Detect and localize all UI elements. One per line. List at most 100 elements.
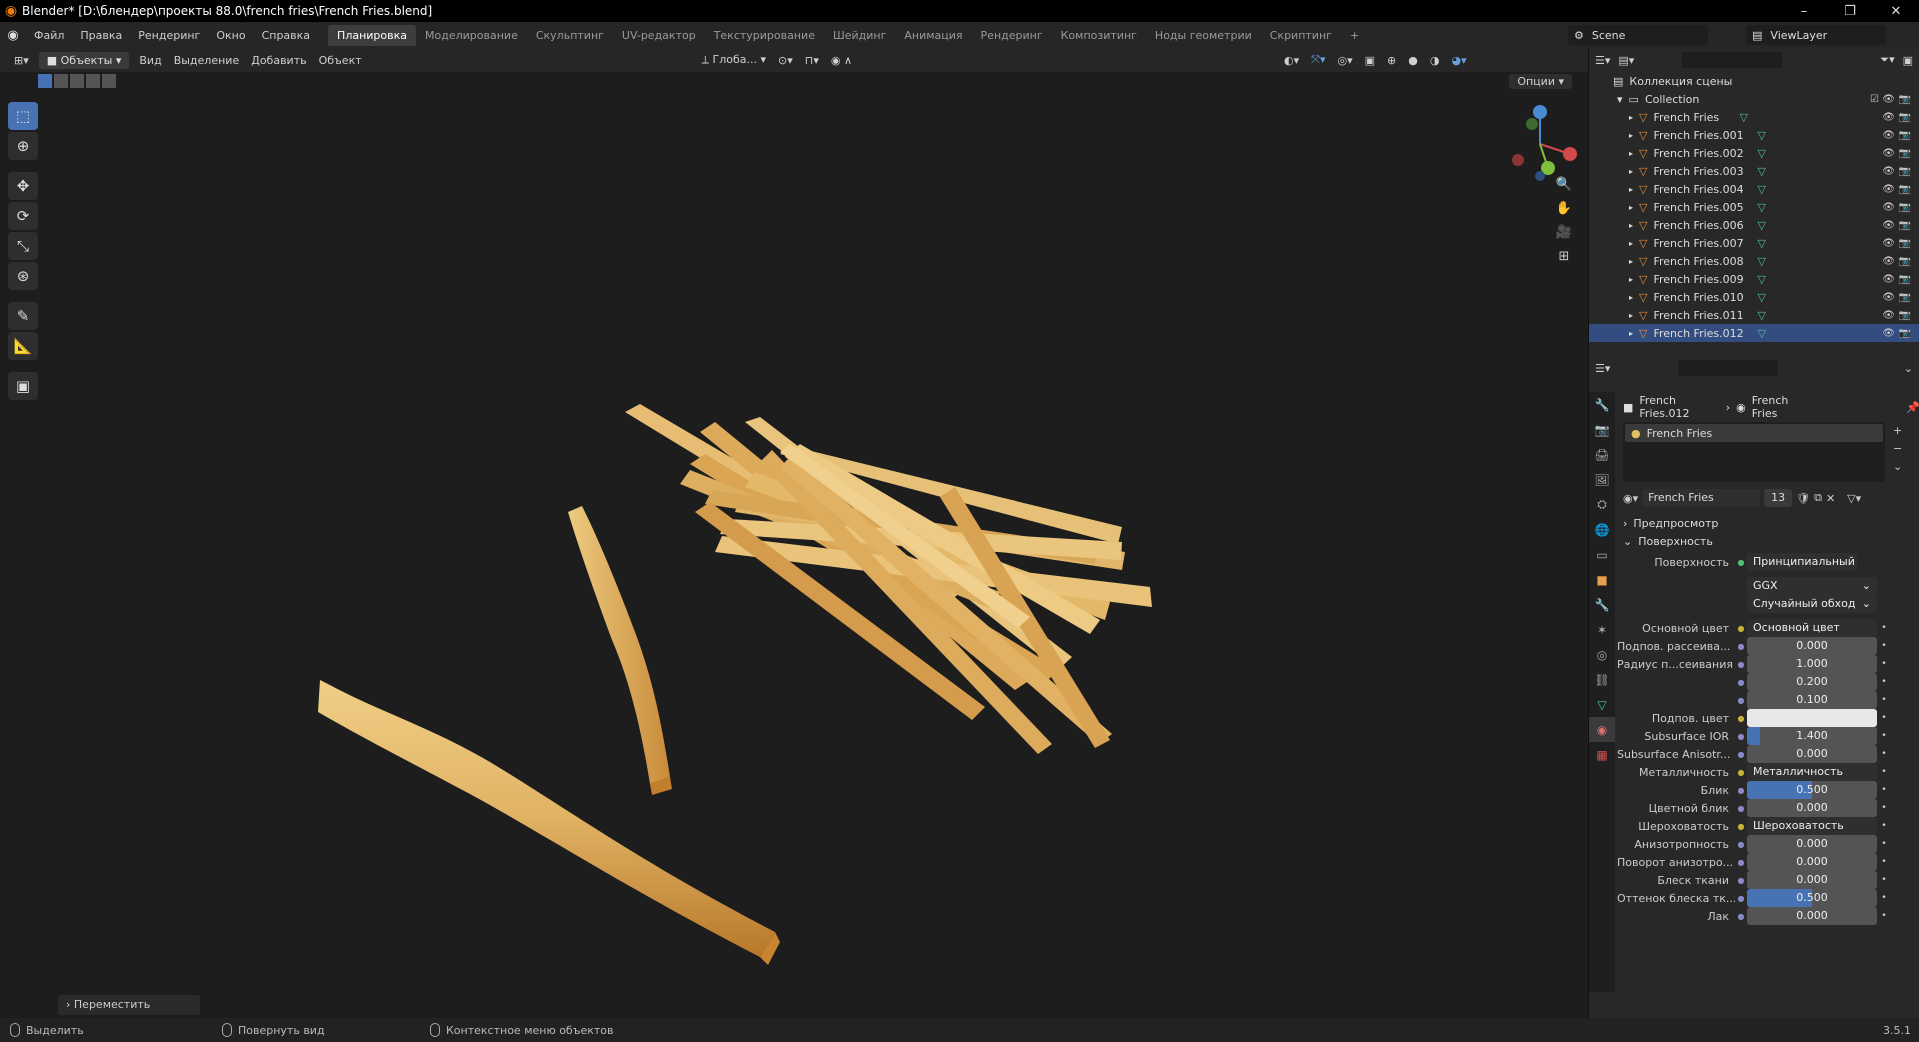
outliner-object-row[interactable]: ▸ ▽ French Fries.005 ▽ 👁 📷 [1589,198,1919,216]
world-tab-icon[interactable]: 🌐 [1589,517,1615,542]
outliner-object-row[interactable]: ▸ ▽ French Fries.009 ▽ 👁 📷 [1589,270,1919,288]
pivot-icon[interactable]: ⊙▾ [772,52,799,69]
outliner-object-row[interactable]: ▸ ▽ French Fries.001 ▽ 👁 📷 [1589,126,1919,144]
maximize-button[interactable]: ❐ [1827,4,1873,19]
render-camera-icon[interactable]: 📷 [1899,292,1911,303]
perspective-grid-icon[interactable]: ⊞ [1552,244,1576,268]
numeric-field[interactable]: 1.000 [1747,655,1877,673]
surface-shader-selector[interactable]: Принципиальный BSDF [1747,553,1857,571]
cursor-tool-icon[interactable]: ⊕ [8,132,38,160]
object-tab-icon[interactable]: ■ [1589,567,1615,592]
distribution-dropdown[interactable]: GGX ⌄ [1747,577,1877,595]
axis-z-icon[interactable] [1533,105,1547,119]
last-operator-panel[interactable]: › Переместить [58,995,200,1015]
rotate-tool-icon[interactable]: ⟳ [8,202,38,230]
material-users-count[interactable]: 13 [1764,489,1793,507]
outliner-object-row[interactable]: ▸ ▽ French Fries.006 ▽ 👁 📷 [1589,216,1919,234]
mesh-data-icon[interactable]: ▽ [1757,219,1765,232]
visibility-icon[interactable]: ◐▾ [1278,52,1305,69]
mesh-data-icon[interactable]: ▽ [1757,273,1765,286]
axis-neg-z-icon[interactable] [1535,171,1545,181]
shading-solid-icon[interactable]: ● [1402,52,1424,69]
tab-texture-paint[interactable]: Текстурирование [705,25,824,46]
material-slot-list[interactable]: ● French Fries [1623,422,1885,482]
linked-input-field[interactable]: Шероховатость [1747,817,1877,835]
render-camera-icon[interactable]: 📷 [1899,112,1911,123]
axis-neg-x-icon[interactable] [1512,154,1524,166]
mesh-data-icon[interactable]: ▽ [1757,291,1765,304]
axis-x-icon[interactable] [1563,147,1577,161]
tab-geometry-nodes[interactable]: Ноды геометрии [1146,25,1261,46]
visibility-eye-icon[interactable]: 👁 [1882,328,1895,339]
keyframe-dot-icon[interactable]: • [1877,893,1891,903]
mesh-data-icon[interactable]: ▽ [1757,129,1765,142]
expand-arrow-icon[interactable]: ▸ [1629,275,1633,284]
render-camera-icon[interactable]: 📷 [1899,166,1911,177]
navigation-gizmo[interactable] [1500,102,1580,182]
socket-icon[interactable]: ● [1735,912,1747,921]
render-camera-icon[interactable]: 📷 [1899,94,1911,105]
render-camera-icon[interactable]: 📷 [1899,130,1911,141]
mesh-data-icon[interactable]: ▽ [1757,147,1765,160]
subsurface-color-swatch[interactable] [1747,709,1877,727]
menu-edit[interactable]: Правка [72,29,130,42]
add-cube-tool-icon[interactable]: ▣ [8,372,38,400]
mesh-data-icon[interactable]: ▽ [1757,327,1765,340]
editor-type-icon[interactable]: ☰▾ [1595,362,1610,375]
remove-slot-icon[interactable]: − [1893,440,1902,458]
select-box-tool-icon[interactable]: ⬚ [8,102,38,130]
physics-tab-icon[interactable]: ◎ [1589,642,1615,667]
input-label[interactable]: Основной цвет [1617,622,1735,635]
expand-arrow-icon[interactable]: ▸ [1629,221,1633,230]
keyframe-dot-icon[interactable]: • [1877,695,1891,705]
socket-icon[interactable]: ● [1735,768,1747,777]
keyframe-dot-icon[interactable]: • [1877,731,1891,741]
outliner-object-row[interactable]: ▸ ▽ French Fries.003 ▽ 👁 📷 [1589,162,1919,180]
filter-icon[interactable]: ⏷▾ [1880,53,1894,67]
outliner-object-row[interactable]: ▸ ▽ French Fries.012 ▽ 👁 📷 [1589,324,1919,342]
node-tree-icon[interactable]: ▽▾ [1847,492,1861,505]
menu-object[interactable]: Объект [313,52,368,69]
slot-menu-icon[interactable]: ⌄ [1893,458,1902,476]
output-tab-icon[interactable]: 🖨 [1589,442,1615,467]
tab-shading[interactable]: Шейдинг [824,25,895,46]
keyframe-dot-icon[interactable]: • [1877,677,1891,687]
scene-collection-row[interactable]: ▤ Коллекция сцены [1589,72,1919,90]
menu-file[interactable]: Файл [26,29,72,42]
visibility-eye-icon[interactable]: 👁 [1882,184,1895,195]
tab-sculpting[interactable]: Скульптинг [527,25,613,46]
subsurface-method-dropdown[interactable]: Случайный обход ⌄ [1747,595,1877,613]
socket-icon[interactable]: ● [1735,696,1747,705]
keyframe-dot-icon[interactable]: • [1877,803,1891,813]
measure-tool-icon[interactable]: 📐 [8,332,38,360]
mesh-data-icon[interactable]: ▽ [1757,165,1765,178]
duplicate-material-icon[interactable]: ⧉ [1814,491,1822,505]
editor-type-icon[interactable]: ⊞▾ [8,52,35,69]
render-camera-icon[interactable]: 📷 [1899,274,1911,285]
outliner-object-row[interactable]: ▸ ▽ French Fries.007 ▽ 👁 📷 [1589,234,1919,252]
mesh-data-icon[interactable]: ▽ [1757,309,1765,322]
visibility-eye-icon[interactable]: 👁 [1882,94,1895,105]
gizmo-toggle-icon[interactable]: ⤧▾ [1305,51,1331,69]
data-tab-icon[interactable]: ▽ [1589,692,1615,717]
material-slot-row[interactable]: ● French Fries [1625,424,1883,442]
particles-tab-icon[interactable]: ✶ [1589,617,1615,642]
new-collection-icon[interactable]: ▣ [1903,54,1913,67]
axis-neg-y-icon[interactable] [1526,118,1538,130]
material-tab-icon[interactable]: ◉ [1589,717,1615,742]
socket-icon[interactable]: ● [1735,714,1747,723]
shading-material-icon[interactable]: ◑ [1424,52,1446,69]
render-camera-icon[interactable]: 📷 [1899,256,1911,267]
pan-hand-icon[interactable]: ✋ [1552,196,1576,220]
transform-orientation-selector[interactable]: ⟂ Глоба... ▾ [696,51,772,69]
render-camera-icon[interactable]: 📷 [1899,238,1911,249]
tab-modeling[interactable]: Моделирование [416,25,527,46]
numeric-field[interactable]: 0.000 [1747,871,1877,889]
annotate-tool-icon[interactable]: ✎ [8,302,38,330]
expand-arrow-icon[interactable]: ▸ [1629,203,1633,212]
socket-icon[interactable]: ● [1735,732,1747,741]
blender-menu-icon[interactable]: ◉ [0,28,26,43]
tool-tab-icon[interactable]: 🔧 [1589,392,1615,417]
outliner-search-input[interactable] [1682,52,1783,68]
expand-arrow-icon[interactable]: ▸ [1629,329,1633,338]
